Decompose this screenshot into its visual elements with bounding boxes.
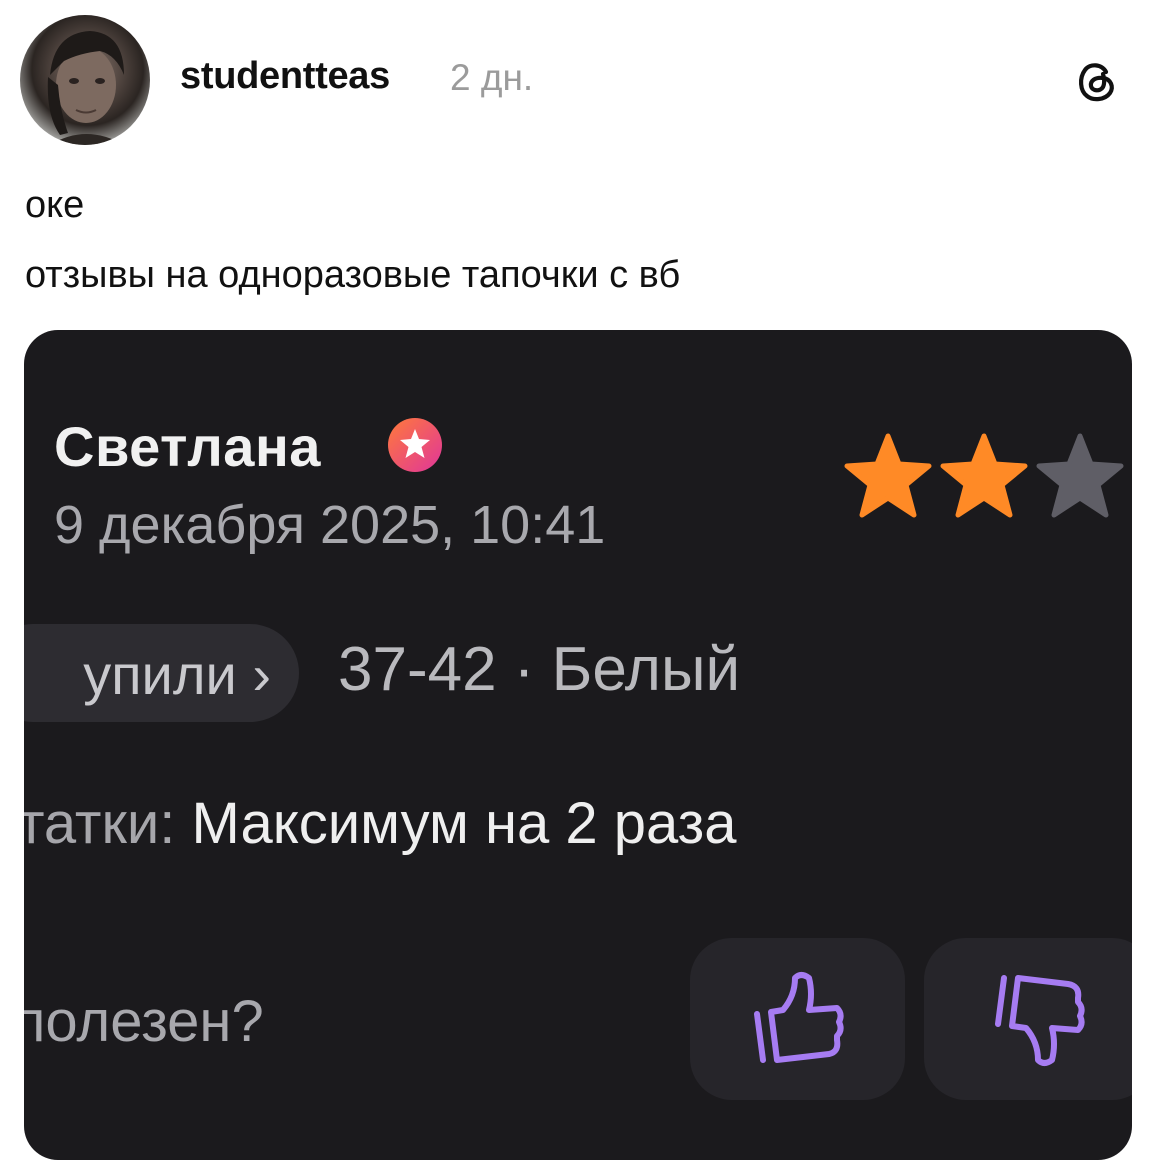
post-text-line-2: отзывы на одноразовые тапочки с вб xyxy=(25,254,681,296)
avatar[interactable] xyxy=(20,15,150,145)
review-screenshot[interactable]: Светлана 9 декабря 2025, 10:41 упили › 3… xyxy=(24,330,1132,1160)
star-filled-icon xyxy=(940,433,1028,518)
star-empty-icon xyxy=(1036,433,1124,518)
threads-logo-icon[interactable] xyxy=(1072,55,1122,105)
thumbs-down-icon xyxy=(995,975,1085,1066)
post-text-line-1: оке xyxy=(25,184,85,226)
review-cons: татки: Максимум на 2 раза xyxy=(24,790,736,857)
helpful-question: полезен? xyxy=(24,989,264,1054)
review-date: 9 декабря 2025, 10:41 xyxy=(54,495,606,555)
post-time: 2 дн. xyxy=(450,57,534,98)
product-variant: 37-42 · Белый xyxy=(338,635,741,704)
rating-stars xyxy=(841,430,1127,522)
like-button[interactable] xyxy=(690,938,905,1100)
cons-label: татки: xyxy=(24,791,176,856)
star-badge-icon xyxy=(388,418,442,472)
star-filled-icon xyxy=(844,433,932,518)
purchased-pill[interactable]: упили › xyxy=(24,624,299,722)
reviewer-name: Светлана xyxy=(54,415,321,478)
thumbs-up-icon xyxy=(753,972,844,1063)
dislike-button[interactable] xyxy=(924,938,1132,1100)
purchased-pill-label: упили › xyxy=(83,643,271,706)
username[interactable]: studentteas xyxy=(180,55,390,98)
cons-value: Максимум на 2 раза xyxy=(191,791,737,856)
